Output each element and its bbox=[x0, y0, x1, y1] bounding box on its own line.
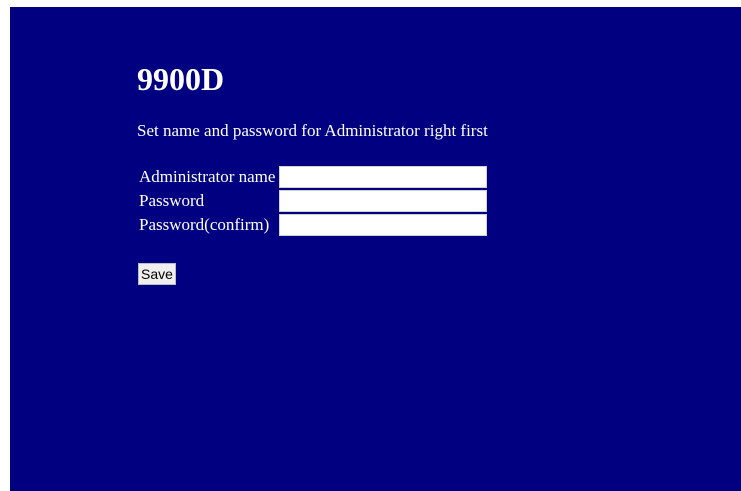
admin-setup-form: Administrator name Password Password(con… bbox=[137, 164, 489, 238]
password-row: Password bbox=[139, 190, 488, 212]
admin-name-cell bbox=[279, 166, 488, 188]
page-subtitle: Set name and password for Administrator … bbox=[137, 121, 488, 140]
password-label: Password bbox=[139, 191, 205, 210]
password-confirm-row: Password(confirm) bbox=[139, 214, 488, 236]
admin-name-label: Administrator name bbox=[139, 167, 276, 186]
password-confirm-cell bbox=[279, 214, 488, 236]
password-confirm-label: Password(confirm) bbox=[139, 215, 270, 234]
page-title: 9900D bbox=[137, 61, 225, 97]
admin-name-field[interactable] bbox=[279, 166, 488, 188]
save-button[interactable]: Save bbox=[138, 263, 176, 285]
password-field[interactable] bbox=[279, 190, 488, 212]
page-container: 9900D Set name and password for Administ… bbox=[10, 7, 741, 491]
password-confirm-field[interactable] bbox=[279, 214, 488, 236]
password-cell bbox=[279, 190, 488, 212]
admin-name-row: Administrator name bbox=[139, 166, 488, 188]
